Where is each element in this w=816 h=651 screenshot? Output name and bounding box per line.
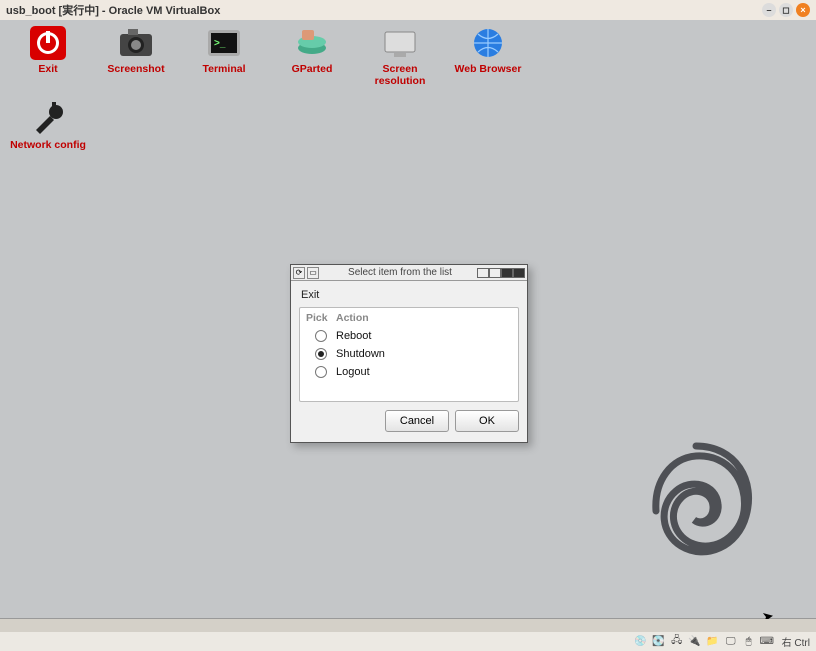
monitor-icon — [380, 24, 420, 62]
desktop-icon-screenshot[interactable]: Screenshot — [92, 24, 180, 87]
desktop-icon-label: Web Browser — [455, 63, 522, 75]
dialog-windowlist-icon[interactable]: ▭ — [307, 267, 319, 279]
dialog-title: Select item from the list — [323, 267, 477, 278]
radio-shutdown[interactable] — [315, 348, 327, 360]
column-action: Action — [336, 312, 369, 324]
radio-logout[interactable] — [315, 366, 327, 378]
virtualbox-statusbar: 💿 💽 🖧 🔌 📁 🖵 🖱 ⌨ 右 Ctrl — [0, 632, 816, 651]
radio-reboot[interactable] — [315, 330, 327, 342]
option-label: Shutdown — [336, 348, 385, 360]
mouse-cursor: ➤ — [761, 607, 776, 619]
power-icon — [28, 24, 68, 62]
options-header: Pick Action — [306, 312, 512, 324]
display-icon[interactable]: 🖵 — [724, 635, 738, 649]
usb-icon[interactable]: 🔌 — [688, 635, 702, 649]
window-controls: – ◻ × — [762, 3, 810, 17]
dialog-titlebar: ⟳ ▭ Select item from the list — [291, 265, 527, 281]
camera-icon — [116, 24, 156, 62]
desktop-icon-label: GParted — [292, 63, 333, 75]
host-key-label: 右 Ctrl — [782, 634, 810, 649]
option-logout[interactable]: Logout — [306, 363, 512, 381]
mouse-integration-icon[interactable]: 🖱 — [742, 635, 756, 649]
virtualbox-titlebar: usb_boot [実行中] - Oracle VM VirtualBox – … — [0, 0, 816, 20]
dialog-refresh-icon[interactable]: ⟳ — [293, 267, 305, 279]
debian-swirl-logo — [626, 426, 766, 589]
desktop-icon-gparted[interactable]: GParted — [268, 24, 356, 87]
shared-folder-icon[interactable]: 📁 — [706, 635, 720, 649]
option-reboot[interactable]: Reboot — [306, 327, 512, 345]
minimize-button[interactable]: – — [762, 3, 776, 17]
desktop-icons-row: Exit Screenshot >_ Terminal GParted Scre… — [0, 20, 816, 95]
desktop-icon-label: Terminal — [203, 63, 246, 75]
ok-button[interactable]: OK — [455, 410, 519, 432]
desktop-icon-webbrowser[interactable]: Web Browser — [444, 24, 532, 87]
window-title: usb_boot [実行中] - Oracle VM VirtualBox — [6, 2, 762, 18]
svg-text:>_: >_ — [214, 38, 226, 49]
dialog-button-row: Cancel OK — [299, 410, 519, 432]
dialog-body: Exit Pick Action Reboot Shutdown Logout — [291, 281, 527, 442]
terminal-icon: >_ — [204, 24, 244, 62]
exit-dialog: ⟳ ▭ Select item from the list Exit Pick … — [290, 264, 528, 443]
desktop-icon-terminal[interactable]: >_ Terminal — [180, 24, 268, 87]
desktop-icon-label: Network config — [10, 139, 86, 151]
tools-icon — [28, 100, 68, 138]
column-pick: Pick — [306, 312, 336, 324]
desktop-icon-network-config[interactable]: Network config — [4, 100, 92, 151]
globe-icon — [468, 24, 508, 62]
option-shutdown[interactable]: Shutdown — [306, 345, 512, 363]
network-icon[interactable]: 🖧 — [670, 635, 684, 649]
statusbar-icons: 💿 💽 🖧 🔌 📁 🖵 🖱 ⌨ 右 Ctrl — [634, 634, 810, 649]
disk-icon — [292, 24, 332, 62]
desktop-icon-exit[interactable]: Exit — [4, 24, 92, 87]
close-button[interactable]: × — [796, 3, 810, 17]
cancel-button[interactable]: Cancel — [385, 410, 449, 432]
desktop-icon-screenres[interactable]: Screen resolution — [356, 24, 444, 87]
option-label: Reboot — [336, 330, 371, 342]
harddrive-icon[interactable]: 💽 — [652, 635, 666, 649]
desktop-icon-label: Screenshot — [107, 63, 164, 75]
taskbar-time-prefix: 土 — [164, 618, 174, 619]
guest-desktop: Exit Screenshot >_ Terminal GParted Scre… — [0, 20, 816, 619]
option-label: Logout — [336, 366, 370, 378]
options-list: Pick Action Reboot Shutdown Logout — [299, 307, 519, 402]
guest-taskbar: ◂ ワークスペース 1 ▸ 22 11月 土 00:57:52 ▸ ▭ Sele… — [0, 618, 816, 619]
keyboard-icon[interactable]: ⌨ — [760, 635, 774, 649]
disc-icon[interactable]: 💿 — [634, 635, 648, 649]
desktop-icon-label: Screen resolution — [356, 63, 444, 87]
taskbar-date: 22 11月 — [126, 618, 160, 619]
dialog-heading: Exit — [301, 289, 519, 301]
desktop-icon-label: Exit — [38, 63, 57, 75]
dialog-shade-buttons[interactable] — [477, 268, 525, 278]
maximize-button[interactable]: ◻ — [779, 3, 793, 17]
